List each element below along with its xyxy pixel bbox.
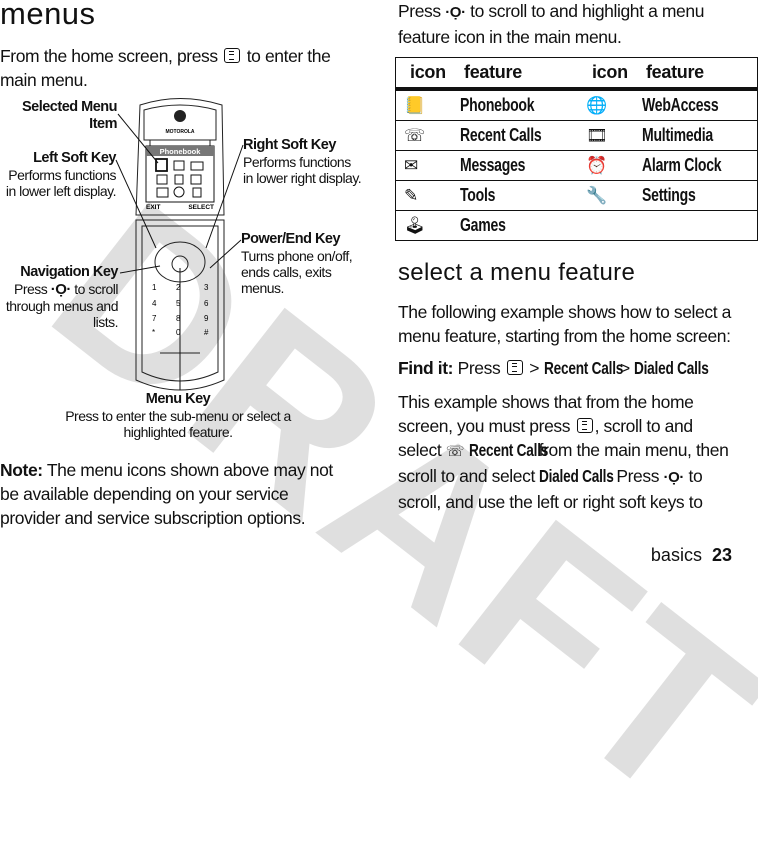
feature-name: Multimedia: [631, 120, 758, 151]
feature-name: Phonebook: [450, 89, 578, 121]
table-row: 🕹 Games: [395, 210, 758, 241]
header-icon: icon: [577, 57, 632, 91]
screen-title: Phonebook: [160, 147, 202, 156]
key-1: 1: [152, 283, 157, 292]
settings-icon: 🔧: [577, 180, 632, 211]
key-hash: #: [204, 328, 209, 337]
nav-key-icon: ·Ọ·: [663, 469, 685, 486]
right-soft-key-label: Right Soft Key Performs functions in low…: [243, 137, 362, 186]
explanation-paragraph: This example shows that from the home sc…: [398, 392, 729, 512]
footer: basics 23: [651, 545, 732, 566]
feature-name: WebAccess: [631, 89, 758, 121]
multimedia-icon: 🎞: [577, 120, 632, 151]
nav-key-icon: ·Ọ·: [50, 281, 72, 298]
empty-cell: [577, 210, 632, 241]
key-star: *: [152, 328, 155, 337]
page-number: 23: [711, 545, 732, 565]
phone-diagram: MOTOROLA Phonebook EXIT SELECT 1 2 3 4 5…: [115, 98, 244, 391]
motorola-logo: [174, 110, 186, 122]
key-3: 3: [204, 283, 209, 292]
messages-icon: ✉: [395, 150, 450, 181]
soft-key-left-label: EXIT: [146, 204, 160, 211]
recent-calls-icon: ☏: [445, 443, 465, 460]
selected-item-label: Selected Menu Item: [21, 99, 118, 132]
feature-name: Games: [450, 210, 578, 241]
left-soft-key-label: Left Soft Key Performs functions in lowe…: [5, 150, 117, 199]
phonebook-icon: 📒: [395, 89, 450, 121]
feature-name: Tools: [450, 180, 578, 211]
table-row: ✉ Messages ⏰ Alarm Clock: [395, 150, 758, 181]
nav-key-label: Navigation Key Press ·Ọ· to scroll throu…: [5, 264, 119, 330]
table-row: 📒 Phonebook 🌐 WebAccess: [395, 89, 758, 121]
feature-name: [631, 210, 758, 241]
menu-key-icon: [506, 360, 523, 375]
feature-name: Recent Calls: [450, 120, 578, 151]
header-feature: feature: [450, 57, 578, 91]
power-key-label: Power/End Key Turns phone on/off, ends c…: [241, 231, 353, 296]
find-it-label: Find it:: [398, 358, 454, 378]
feature-name: Alarm Clock: [631, 150, 758, 181]
brand-text: MOTOROLA: [165, 129, 194, 135]
table-row: ✎ Tools 🔧 Settings: [395, 180, 758, 211]
tools-icon: ✎: [395, 180, 450, 211]
note-paragraph: Note: The menu icons shown above may not…: [0, 460, 333, 528]
menu-key-label: Menu Key Press to enter the sub-menu or …: [65, 391, 291, 440]
feature-name: Settings: [631, 180, 758, 211]
webaccess-icon: 🌐: [577, 89, 632, 121]
example-paragraph: The following example shows how to selec…: [398, 302, 731, 346]
nav-key-icon: ·Ọ·: [445, 4, 466, 21]
key-6: 6: [204, 299, 209, 308]
alarm-clock-icon: ⏰: [577, 150, 632, 181]
feature-name: Messages: [450, 150, 578, 181]
menu-key-icon: [576, 418, 593, 433]
key-7: 7: [152, 314, 157, 323]
find-it-path: Find it: Press > Recent Calls > Dialed C…: [398, 358, 709, 378]
key-4: 4: [152, 299, 157, 308]
note-label: Note:: [0, 460, 43, 480]
section-title: select a menu feature: [398, 259, 636, 286]
table-row: ☏ Recent Calls 🎞 Multimedia: [395, 120, 758, 151]
games-icon: 🕹: [395, 210, 450, 241]
footer-section: basics: [650, 545, 702, 565]
header-icon: icon: [395, 57, 450, 91]
key-9: 9: [204, 314, 209, 323]
menu-icon-table: icon feature icon feature 📒 Phonebook 🌐 Web…: [395, 57, 758, 241]
header-feature: feature: [631, 57, 758, 91]
soft-key-right-label: SELECT: [188, 204, 214, 211]
recent-calls-icon: ☏: [395, 120, 450, 151]
right-intro: Press ·Ọ· to scroll to and highlight a m…: [398, 1, 705, 47]
